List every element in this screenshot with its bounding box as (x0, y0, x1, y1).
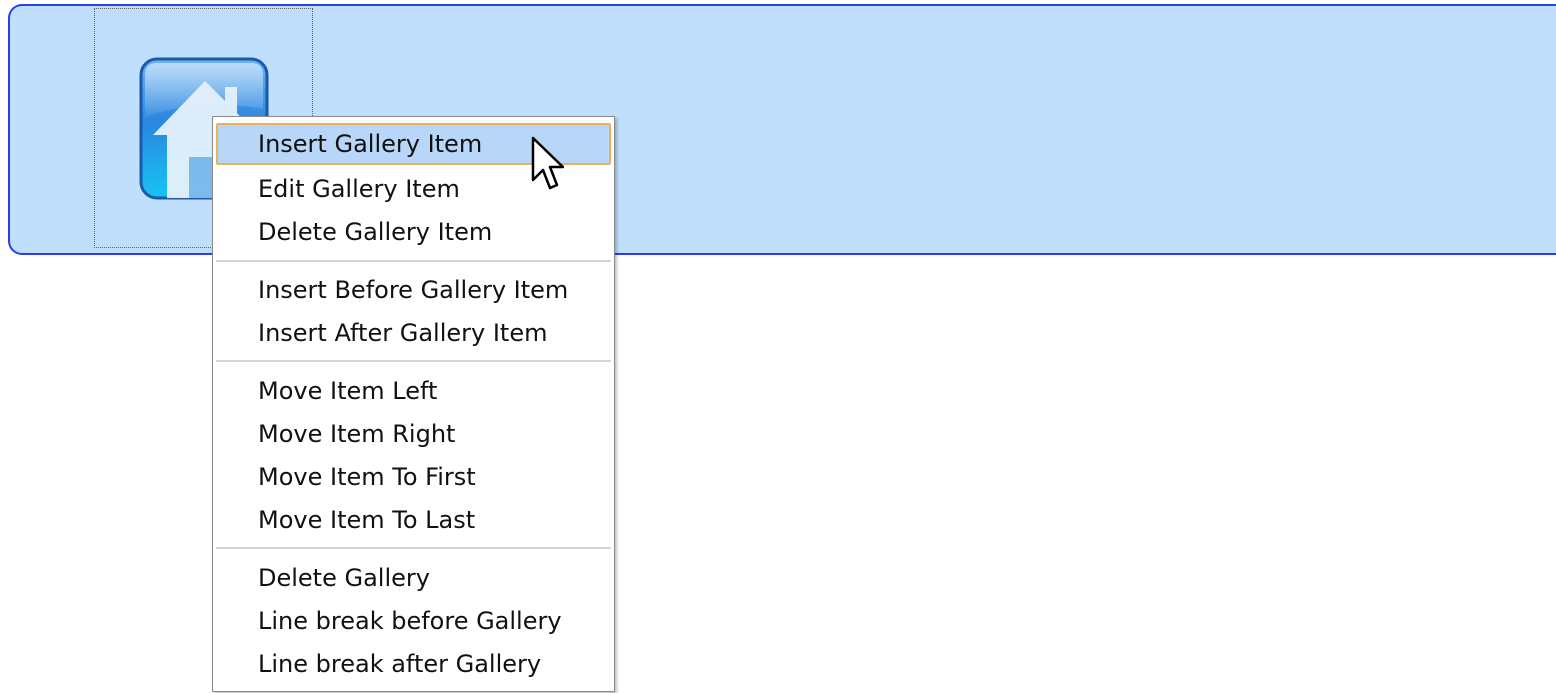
menu-item-insert-before-gallery-item[interactable]: Insert Before Gallery Item (216, 269, 611, 311)
menu-item-delete-gallery[interactable]: Delete Gallery (216, 557, 611, 599)
menu-separator (216, 547, 611, 549)
menu-separator (216, 360, 611, 362)
menu-item-move-item-left[interactable]: Move Item Left (216, 370, 611, 412)
menu-separator (216, 260, 611, 262)
menu-item-delete-gallery-item[interactable]: Delete Gallery Item (216, 211, 611, 253)
menu-item-line-break-before-gallery[interactable]: Line break before Gallery (216, 600, 611, 642)
mouse-cursor-icon (530, 136, 565, 192)
menu-item-move-item-to-first[interactable]: Move Item To First (216, 456, 611, 498)
menu-item-move-item-to-last[interactable]: Move Item To Last (216, 499, 611, 541)
context-menu: Insert Gallery Item Edit Gallery Item De… (212, 116, 615, 692)
menu-item-move-item-right[interactable]: Move Item Right (216, 413, 611, 455)
menu-item-line-break-after-gallery[interactable]: Line break after Gallery (216, 643, 611, 685)
menu-item-insert-after-gallery-item[interactable]: Insert After Gallery Item (216, 312, 611, 354)
